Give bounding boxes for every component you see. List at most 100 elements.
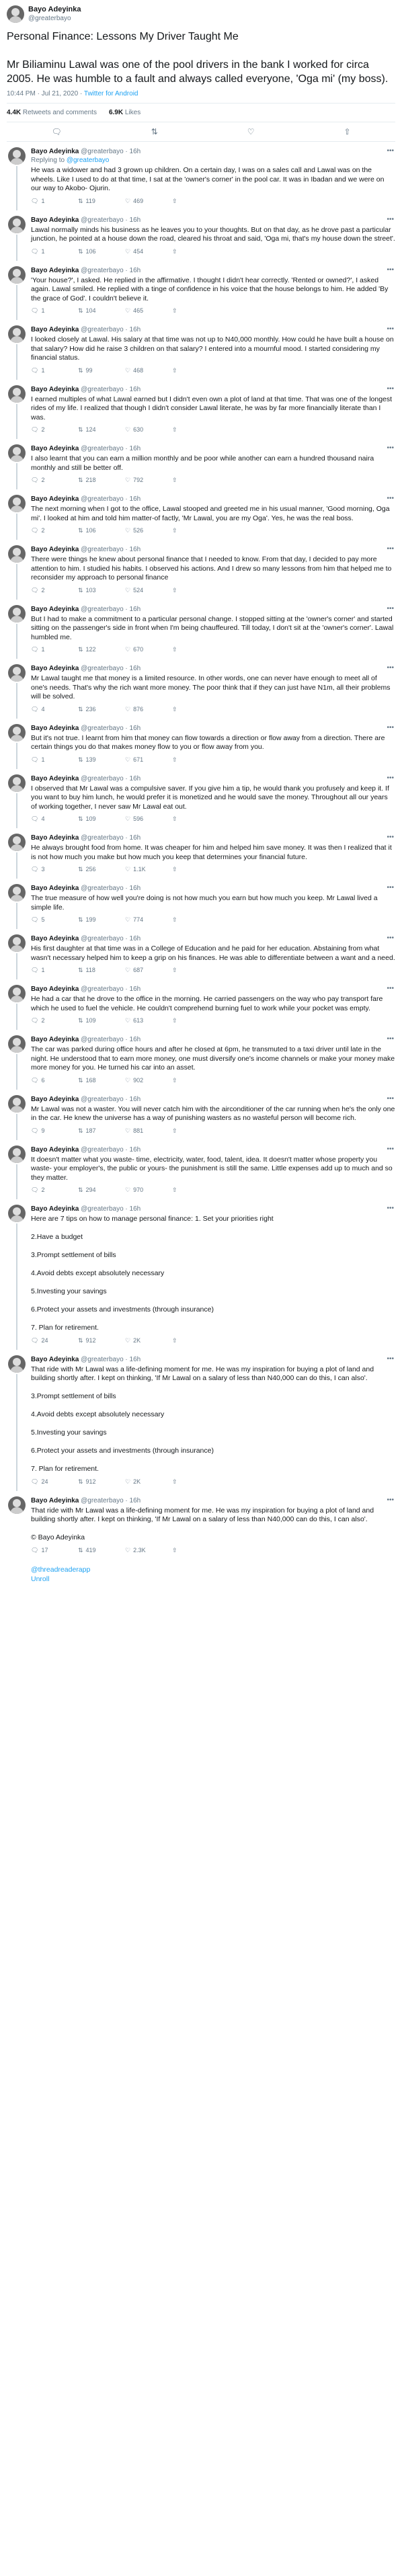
avatar[interactable]	[8, 1355, 26, 1373]
like-button[interactable]: ♡ 902	[125, 1077, 172, 1084]
more-icon[interactable]: •••	[387, 444, 394, 452]
thread-tweet[interactable]: Bayo Adeyinka @greaterbayo · 16h I also l…	[0, 439, 402, 489]
more-icon[interactable]: •••	[387, 1355, 394, 1363]
like-button[interactable]: ♡ 526	[125, 527, 172, 534]
avatar[interactable]	[8, 147, 26, 165]
avatar[interactable]	[8, 1145, 26, 1163]
thread-tweet[interactable]: Bayo Adeyinka @greaterbayo · 16h Replying…	[0, 142, 402, 210]
like-button[interactable]: ♡ 465	[125, 307, 172, 315]
reply-button[interactable]: 🗨 2	[31, 1017, 78, 1024]
avatar[interactable]	[8, 1496, 26, 1514]
reply-button[interactable]: 🗨 5	[31, 916, 78, 924]
retweet-button[interactable]: ⇅ 109	[78, 815, 125, 823]
thread-tweet[interactable]: Bayo Adeyinka @greaterbayo · 16h The true…	[0, 879, 402, 929]
share-button[interactable]: ⇧	[172, 248, 219, 255]
author-name[interactable]: Bayo Adeyinka	[31, 1036, 79, 1043]
share-button[interactable]: ⇧	[172, 307, 219, 315]
retweet-button[interactable]: ⇅ 122	[78, 646, 125, 653]
retweet-button[interactable]: ⇅ 912	[78, 1478, 125, 1486]
like-icon[interactable]: ♡	[247, 127, 255, 136]
retweet-button[interactable]: ⇅ 256	[78, 866, 125, 873]
thread-tweet[interactable]: Bayo Adeyinka @greaterbayo · 16h But it's…	[0, 719, 402, 769]
author-name[interactable]: Bayo Adeyinka	[31, 725, 79, 732]
avatar[interactable]	[8, 1035, 26, 1053]
timestamp[interactable]: 10:44 PM · Jul 21, 2020 ·	[7, 90, 84, 97]
more-icon[interactable]: •••	[387, 266, 394, 274]
author-name[interactable]: Bayo Adeyinka	[31, 775, 79, 782]
reply-button[interactable]: 🗨 1	[31, 756, 78, 764]
thread-tweet[interactable]: Bayo Adeyinka @greaterbayo · 16h 'Your ho…	[0, 261, 402, 320]
more-icon[interactable]: •••	[387, 495, 394, 502]
share-button[interactable]: ⇧	[172, 646, 219, 653]
like-button[interactable]: ♡ 596	[125, 815, 172, 823]
more-icon[interactable]: •••	[387, 774, 394, 782]
reply-button[interactable]: 🗨 1	[31, 367, 78, 374]
like-button[interactable]: ♡ 630	[125, 426, 172, 434]
like-button[interactable]: ♡ 468	[125, 367, 172, 374]
more-icon[interactable]: •••	[387, 605, 394, 612]
like-button[interactable]: ♡ 876	[125, 706, 172, 713]
share-button[interactable]: ⇧	[172, 815, 219, 823]
reply-icon[interactable]: 🗨	[51, 127, 61, 136]
reply-button[interactable]: 🗨 4	[31, 706, 78, 713]
share-button[interactable]: ⇧	[172, 1186, 219, 1194]
more-icon[interactable]: •••	[387, 1145, 394, 1153]
retweets-stat[interactable]: 4.4K Retweets and comments	[7, 109, 97, 116]
likes-stat[interactable]: 6.9K Likes	[109, 109, 140, 116]
more-icon[interactable]: •••	[387, 325, 394, 333]
reply-button[interactable]: 🗨 1	[31, 198, 78, 205]
more-icon[interactable]: •••	[387, 1095, 394, 1102]
like-button[interactable]: ♡ 2.3K	[125, 1547, 172, 1554]
retweet-button[interactable]: ⇅ 419	[78, 1547, 125, 1554]
like-button[interactable]: ♡ 524	[125, 587, 172, 594]
avatar[interactable]	[8, 545, 26, 563]
share-button[interactable]: ⇧	[172, 967, 219, 974]
avatar[interactable]	[8, 604, 26, 622]
share-button[interactable]: ⇧	[172, 1547, 219, 1554]
avatar[interactable]	[8, 215, 26, 233]
author-name[interactable]: Bayo Adeyinka	[31, 665, 79, 672]
more-icon[interactable]: •••	[387, 1035, 394, 1043]
avatar[interactable]	[8, 1094, 26, 1113]
more-icon[interactable]: •••	[387, 1496, 394, 1504]
reply-button[interactable]: 🗨 9	[31, 1127, 78, 1135]
like-button[interactable]: ♡ 671	[125, 756, 172, 764]
author-name[interactable]: Bayo Adeyinka	[31, 216, 79, 224]
thread-tweet[interactable]: Bayo Adeyinka @greaterbayo · 16h His firs…	[0, 929, 402, 979]
like-button[interactable]: ♡ 774	[125, 916, 172, 924]
avatar[interactable]	[8, 325, 26, 343]
thread-tweet[interactable]: Bayo Adeyinka @greaterbayo · 16h Lawal no…	[0, 210, 402, 261]
source-link[interactable]: Twitter for Android	[84, 90, 138, 97]
author-name[interactable]: Bayo Adeyinka	[31, 935, 79, 942]
author-name[interactable]: Bayo Adeyinka	[31, 1096, 79, 1103]
author-name[interactable]: Bayo Adeyinka	[31, 546, 79, 553]
avatar[interactable]	[8, 664, 26, 682]
thread-tweet[interactable]: Bayo Adeyinka @greaterbayo · 16h That rid…	[0, 1491, 402, 1560]
retweet-button[interactable]: ⇅ 912	[78, 1337, 125, 1344]
avatar[interactable]	[8, 774, 26, 792]
more-icon[interactable]: •••	[387, 147, 394, 155]
reply-button[interactable]: 🗨 24	[31, 1478, 78, 1486]
threadreader-link[interactable]: @threadreaderapp	[31, 1565, 395, 1574]
thread-tweet[interactable]: Bayo Adeyinka @greaterbayo · 16h It doesn…	[0, 1140, 402, 1199]
author-name[interactable]: Bayo Adeyinka	[31, 148, 79, 155]
more-icon[interactable]: •••	[387, 664, 394, 672]
retweet-button[interactable]: ⇅ 103	[78, 587, 125, 594]
thread-tweet[interactable]: Bayo Adeyinka @greaterbayo · 16h Mr Lawal…	[0, 1090, 402, 1140]
retweet-button[interactable]: ⇅ 99	[78, 367, 125, 374]
unroll-link[interactable]: Unroll	[31, 1574, 395, 1584]
share-button[interactable]: ⇧	[172, 1337, 219, 1344]
reply-button[interactable]: 🗨 4	[31, 815, 78, 823]
thread-tweet[interactable]: Bayo Adeyinka @greaterbayo · 16h He alway…	[0, 828, 402, 879]
thread-tweet[interactable]: Bayo Adeyinka @greaterbayo · 16h That rid…	[0, 1350, 402, 1491]
thread-tweet[interactable]: Bayo Adeyinka @greaterbayo · 16h The next…	[0, 489, 402, 540]
reply-button[interactable]: 🗨 1	[31, 967, 78, 974]
share-button[interactable]: ⇧	[172, 1127, 219, 1135]
more-icon[interactable]: •••	[387, 985, 394, 992]
author-name[interactable]: Bayo Adeyinka	[31, 1497, 79, 1504]
author-handle[interactable]: @greaterbayo	[28, 14, 81, 23]
author-name[interactable]: Bayo Adeyinka	[31, 606, 79, 613]
retweet-icon[interactable]: ⇅	[151, 127, 158, 136]
reply-to-link[interactable]: @greaterbayo	[67, 157, 110, 164]
thread-tweet[interactable]: Bayo Adeyinka @greaterbayo · 16h He had a…	[0, 979, 402, 1030]
